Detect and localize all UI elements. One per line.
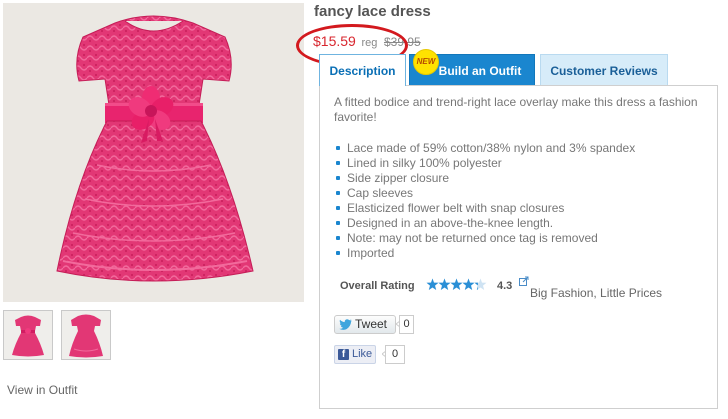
regular-price: $39.95	[383, 35, 421, 49]
like-button[interactable]: f Like	[334, 345, 376, 364]
tweet-button[interactable]: Tweet	[334, 315, 396, 334]
tab-customer-reviews-label: Customer Reviews	[550, 64, 658, 78]
rating-label: Overall Rating	[340, 280, 415, 292]
feature-item: Cap sleeves	[334, 186, 635, 201]
price-row: $15.59 reg $39.95	[313, 33, 421, 49]
feature-item: Lined in silky 100% polyester	[334, 156, 635, 171]
star-rating[interactable]	[426, 278, 487, 296]
reg-label: reg	[361, 37, 378, 49]
feature-item: Imported	[334, 246, 635, 261]
tweet-count: 0	[399, 315, 414, 334]
rating-caption[interactable]: Big Fashion, Little Prices	[530, 286, 662, 300]
feature-item: Note: may not be returned once tag is re…	[334, 231, 635, 246]
like-count: 0	[385, 345, 405, 364]
tab-description-label: Description	[329, 64, 396, 78]
sale-price: $15.59	[313, 33, 356, 49]
view-in-outfit-link[interactable]: View in Outfit	[7, 383, 77, 397]
new-badge: NEW	[413, 49, 439, 75]
facebook-icon: f	[338, 349, 349, 360]
main-product-image[interactable]	[3, 3, 304, 302]
tab-description[interactable]: Description	[319, 54, 406, 86]
feature-item: Lace made of 59% cotton/38% nylon and 3%…	[334, 141, 635, 156]
tab-build-an-outfit-label: Build an Outfit	[438, 64, 522, 78]
product-title: fancy lace dress	[314, 3, 431, 20]
thumbnail-dress-front[interactable]	[3, 310, 53, 360]
star-partial-icon	[474, 278, 487, 290]
tab-customer-reviews[interactable]: Customer Reviews	[540, 54, 668, 86]
tweet-label: Tweet	[355, 317, 388, 331]
thumbnail-dress-alternate[interactable]	[61, 310, 111, 360]
feature-list: Lace made of 59% cotton/38% nylon and 3%…	[334, 141, 635, 261]
external-link-icon[interactable]	[519, 276, 529, 286]
like-label: Like	[352, 348, 373, 360]
description-panel: A fitted bodice and trend-right lace ove…	[319, 85, 718, 409]
feature-item: Side zipper closure	[334, 171, 635, 186]
feature-item: Elasticized flower belt with snap closur…	[334, 201, 635, 216]
rating-value: 4.3	[497, 280, 513, 292]
description-lead: A fitted bodice and trend-right lace ove…	[334, 95, 698, 124]
feature-item: Designed in an above-the-knee length.	[334, 216, 635, 231]
twitter-bird-icon	[339, 319, 352, 330]
